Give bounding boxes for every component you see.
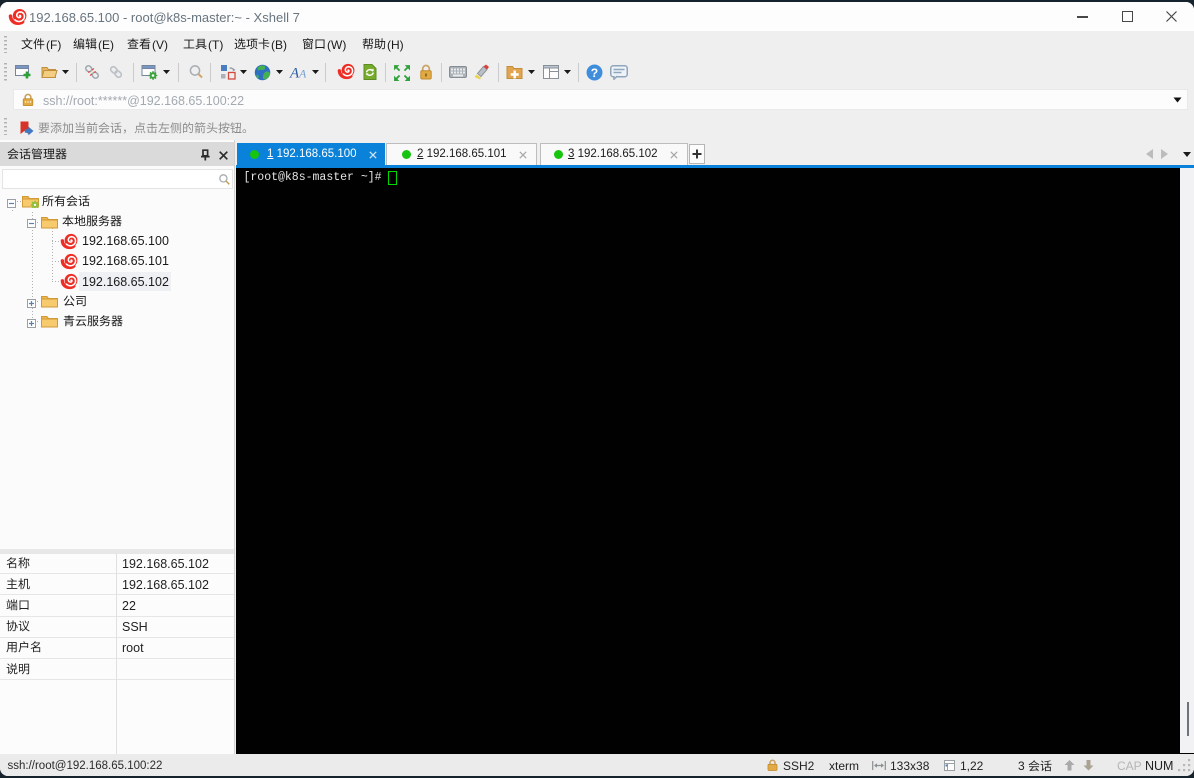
svg-text:?: ? — [591, 66, 598, 80]
svg-text:A: A — [298, 67, 307, 81]
